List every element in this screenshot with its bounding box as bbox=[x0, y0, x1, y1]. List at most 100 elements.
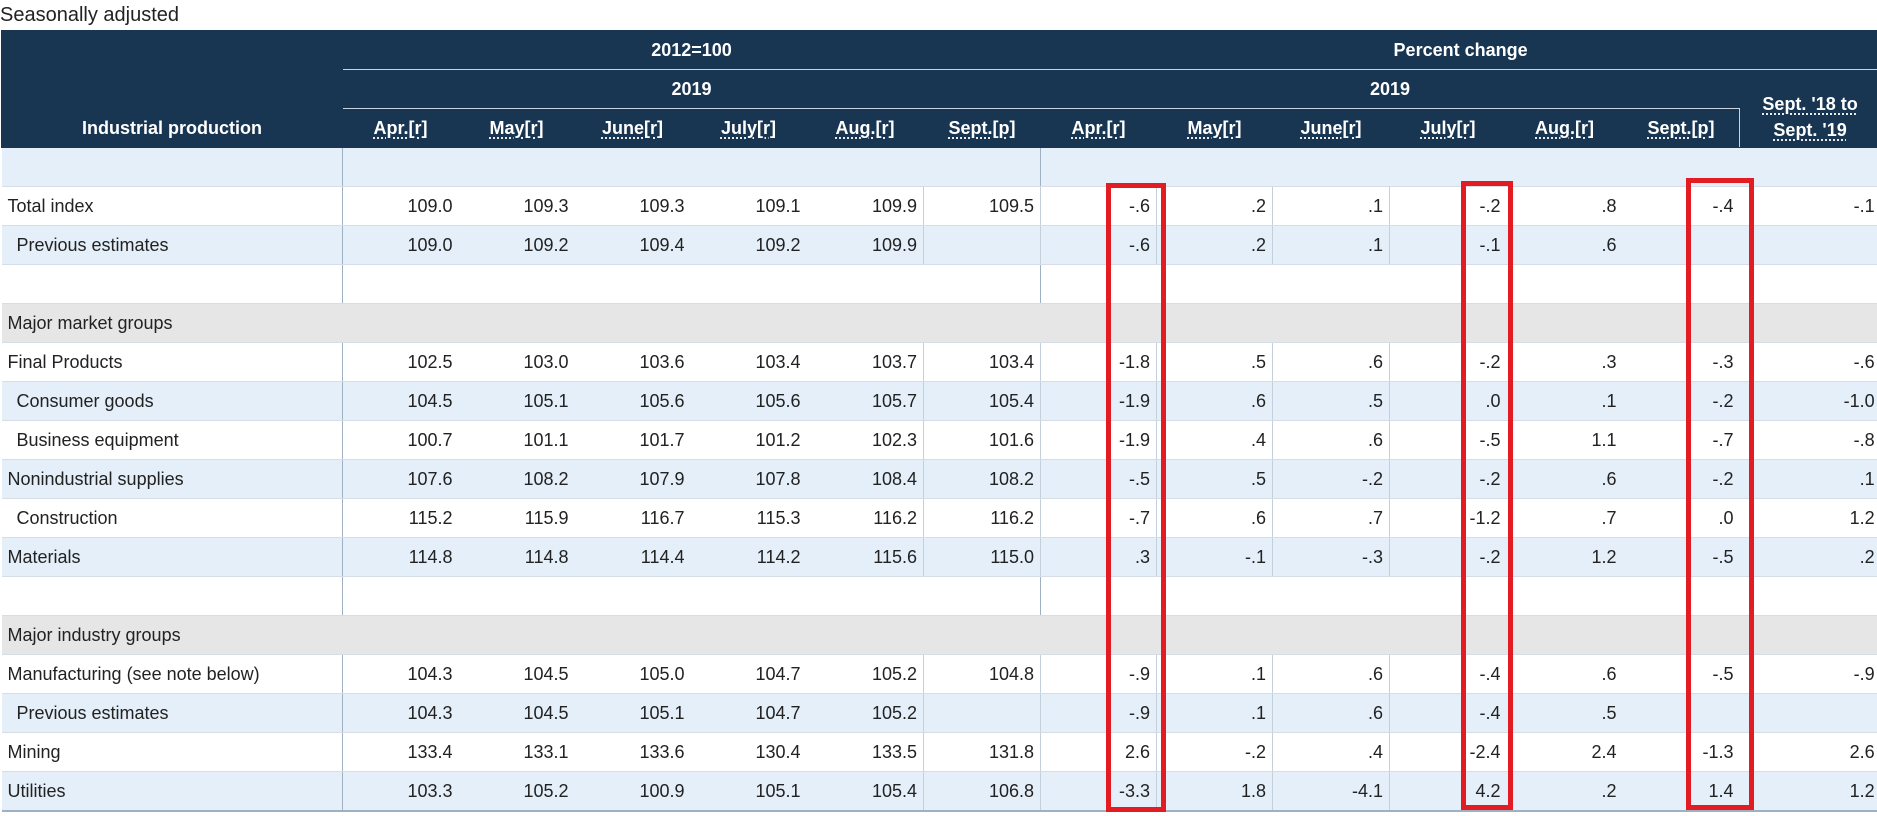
percent-change-cell: -.7 bbox=[1040, 498, 1158, 538]
percent-change-cell: .7 bbox=[1506, 498, 1623, 538]
spacer-cell bbox=[342, 147, 1042, 187]
index-value-cell: 104.8 bbox=[923, 654, 1042, 694]
index-value-cell: 105.0 bbox=[574, 654, 691, 694]
spacer-cell bbox=[1040, 576, 1877, 616]
spacer-cell bbox=[1040, 264, 1877, 304]
index-value-cell: 101.1 bbox=[458, 420, 575, 460]
row-label: Construction bbox=[1, 498, 343, 538]
table-row: Nonindustrial supplies 107.6 108.2 107.9 107… bbox=[1, 459, 1877, 499]
spacer-cell bbox=[342, 576, 1042, 616]
index-value-cell: 104.7 bbox=[690, 654, 807, 694]
percent-change-cell: .3 bbox=[1506, 342, 1623, 382]
column-header-index-month: Apr.[r] bbox=[342, 108, 459, 148]
percent-change-cell: 1.4 bbox=[1622, 771, 1740, 812]
index-value-cell: 105.6 bbox=[690, 381, 807, 421]
yoy-change-cell bbox=[1739, 225, 1877, 265]
percent-change-cell: -.2 bbox=[1272, 459, 1391, 499]
index-value-cell bbox=[923, 225, 1042, 265]
index-value-cell: 103.4 bbox=[923, 342, 1042, 382]
index-value-cell: 105.1 bbox=[574, 693, 691, 733]
percent-change-cell: .6 bbox=[1272, 420, 1391, 460]
table-row: Construction 115.2 115.9 116.7 115.3 116.2 116… bbox=[1, 498, 1877, 538]
index-value-cell: 107.9 bbox=[574, 459, 691, 499]
percent-change-cell: -.4 bbox=[1622, 186, 1740, 226]
percent-change-cell: -4.1 bbox=[1272, 771, 1391, 812]
group-header-percent-change: Percent change bbox=[1040, 30, 1877, 70]
table-row: Materials 114.8 114.8 114.4 114.2 115.6 115.0.… bbox=[1, 537, 1877, 577]
index-value-cell: 108.2 bbox=[458, 459, 575, 499]
index-value-cell: 133.6 bbox=[574, 732, 691, 772]
index-value-cell: 104.3 bbox=[342, 654, 459, 694]
percent-change-cell: .6 bbox=[1272, 654, 1391, 694]
column-header-pct-month: May[r] bbox=[1156, 108, 1274, 148]
column-header-pct-month: Aug.[r] bbox=[1506, 108, 1624, 148]
row-label: Total index bbox=[1, 186, 343, 226]
percent-change-cell: -3.3 bbox=[1040, 771, 1158, 812]
percent-change-cell: 2.4 bbox=[1506, 732, 1623, 772]
index-value-cell: 107.6 bbox=[342, 459, 459, 499]
row-label: Manufacturing (see note below) bbox=[1, 654, 343, 694]
yoy-change-cell: -1.0 bbox=[1739, 381, 1877, 421]
percent-change-cell: .0 bbox=[1622, 498, 1740, 538]
spacer-row bbox=[1, 264, 1877, 304]
percent-change-cell: .5 bbox=[1272, 381, 1391, 421]
section-row: Major industry groups bbox=[1, 615, 1877, 655]
percent-change-cell: -2.4 bbox=[1389, 732, 1507, 772]
index-value-cell: 105.1 bbox=[458, 381, 575, 421]
percent-change-cell: .6 bbox=[1156, 498, 1274, 538]
table-row: Consumer goods 104.5 105.1 105.6 105.6 105.7 1… bbox=[1, 381, 1877, 421]
column-header-sept18-to-sept19: Sept. '18 to Sept. '19 bbox=[1739, 69, 1877, 148]
index-value-cell: 103.3 bbox=[342, 771, 459, 812]
index-value-cell: 116.2 bbox=[806, 498, 924, 538]
row-label: Utilities bbox=[1, 771, 343, 812]
index-value-cell: 104.5 bbox=[458, 693, 575, 733]
table-caption: Seasonally adjusted bbox=[0, 4, 180, 26]
row-label: Nonindustrial supplies bbox=[1, 459, 343, 499]
index-value-cell: 109.9 bbox=[806, 225, 924, 265]
row-label: Materials bbox=[1, 537, 343, 577]
index-value-cell: 105.2 bbox=[806, 654, 924, 694]
percent-change-cell: .2 bbox=[1506, 771, 1623, 812]
percent-change-cell: .2 bbox=[1156, 225, 1274, 265]
spacer-cell bbox=[342, 264, 1042, 304]
percent-change-cell: -.1 bbox=[1156, 537, 1274, 577]
spacer-row bbox=[1, 147, 1877, 187]
row-label: Business equipment bbox=[1, 420, 343, 460]
percent-change-cell: -.7 bbox=[1622, 420, 1740, 460]
column-header-index-month: May[r] bbox=[458, 108, 575, 148]
percent-change-cell: 4.2 bbox=[1389, 771, 1507, 812]
percent-change-cell: -.6 bbox=[1040, 186, 1158, 226]
index-value-cell: 104.3 bbox=[342, 693, 459, 733]
index-value-cell: 101.2 bbox=[690, 420, 807, 460]
index-value-cell: 133.5 bbox=[806, 732, 924, 772]
spacer-cell bbox=[1, 576, 343, 616]
month-label: May[r] bbox=[1187, 117, 1242, 138]
month-label: June[r] bbox=[1300, 117, 1362, 138]
percent-change-cell: -.9 bbox=[1040, 693, 1158, 733]
index-value-cell: 109.3 bbox=[574, 186, 691, 226]
month-label: July[r] bbox=[720, 117, 776, 138]
index-value-cell: 102.3 bbox=[806, 420, 924, 460]
index-value-cell: 109.2 bbox=[690, 225, 807, 265]
index-value-cell: 103.6 bbox=[574, 342, 691, 382]
yoy-change-cell: .2 bbox=[1739, 537, 1877, 577]
percent-change-cell: -.9 bbox=[1040, 654, 1158, 694]
column-header-index-month: June[r] bbox=[574, 108, 691, 148]
table-row: Utilities 103.3 105.2 100.9 105.1 105.4 106.8-… bbox=[1, 771, 1877, 812]
industrial-production-table: Industrial production 2012=100 Percent c… bbox=[1, 30, 1877, 812]
percent-change-cell: 2.6 bbox=[1040, 732, 1158, 772]
index-value-cell: 100.7 bbox=[342, 420, 459, 460]
index-value-cell: 109.9 bbox=[806, 186, 924, 226]
percent-change-cell: .7 bbox=[1272, 498, 1391, 538]
index-value-cell: 105.7 bbox=[806, 381, 924, 421]
index-value-cell: 100.9 bbox=[574, 771, 691, 812]
percent-change-cell: .6 bbox=[1506, 459, 1623, 499]
percent-change-cell: -.2 bbox=[1389, 459, 1507, 499]
percent-change-cell: .5 bbox=[1156, 459, 1274, 499]
month-label: July[r] bbox=[1420, 117, 1476, 138]
month-label: Apr.[r] bbox=[373, 117, 428, 138]
index-value-cell: 101.7 bbox=[574, 420, 691, 460]
percent-change-cell: -.3 bbox=[1272, 537, 1391, 577]
section-row: Major market groups bbox=[1, 303, 1877, 343]
column-header-index-month: Aug.[r] bbox=[806, 108, 924, 148]
